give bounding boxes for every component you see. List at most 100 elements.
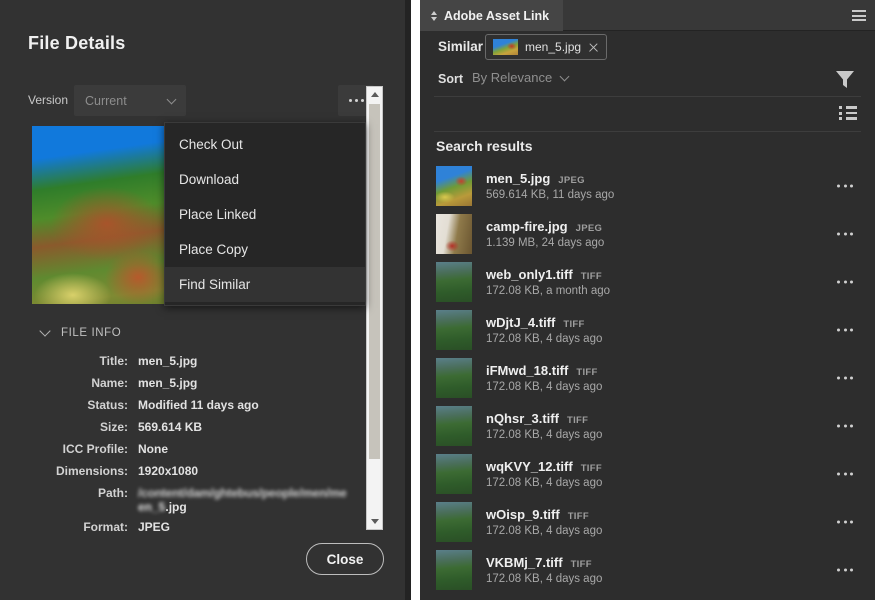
result-meta: 172.08 KB, 4 days ago [486, 333, 603, 345]
file-info-row-status: Status: Modified 11 days ago [28, 398, 358, 416]
chip-thumbnail [493, 39, 518, 55]
path-blurred-line: /content/dam/ghtebus/people/men/me [138, 486, 347, 500]
file-info-section-header[interactable]: FILE INFO [40, 327, 121, 339]
version-select-value: Current [85, 93, 127, 108]
more-options-icon[interactable] [837, 472, 853, 476]
result-meta: 1.139 MB, 24 days ago [486, 237, 605, 249]
result-text: iFMwd_18.tiff TIFF 172.08 KB, 4 days ago [486, 363, 602, 393]
path-tail-extension: .jpg [165, 500, 187, 514]
list-item[interactable]: camp-fire.jpg JPEG 1.139 MB, 24 days ago [420, 210, 875, 258]
list-item[interactable]: iFMwd_18.tiff TIFF 172.08 KB, 4 days ago [420, 354, 875, 402]
result-meta: 172.08 KB, a month ago [486, 285, 611, 297]
result-meta: 172.08 KB, 4 days ago [486, 429, 603, 441]
more-options-icon[interactable] [837, 184, 853, 188]
field-value: /content/dam/ghtebus/people/men/me en_5.… [138, 486, 347, 514]
page-title: File Details [28, 33, 126, 53]
result-meta: 172.08 KB, 4 days ago [486, 381, 603, 393]
result-format: TIFF [580, 271, 602, 282]
field-label: ICC Profile: [62, 442, 128, 456]
result-meta: 569.614 KB, 11 days ago [486, 189, 615, 201]
field-value: 1920x1080 [138, 464, 199, 478]
list-item[interactable]: VKBMj_7.tiff TIFF 172.08 KB, 4 days ago [420, 546, 875, 594]
menu-item-label: Place Copy [179, 242, 249, 257]
tab-label: Adobe Asset Link [444, 8, 550, 23]
tab-adobe-asset-link[interactable]: Adobe Asset Link [420, 0, 564, 31]
result-thumbnail [436, 358, 472, 398]
result-name: camp-fire.jpg [486, 219, 568, 234]
list-item[interactable]: web_only1.tiff TIFF 172.08 KB, a month a… [420, 258, 875, 306]
menu-item-place-copy[interactable]: Place Copy [165, 232, 365, 267]
menu-item-download[interactable]: Download [165, 162, 365, 197]
hamburger-menu-icon[interactable] [852, 10, 866, 21]
file-info-row-name: Name: men_5.jpg [28, 376, 358, 394]
field-value: men_5.jpg [138, 376, 198, 390]
field-label: Name: [91, 376, 128, 390]
scroll-up-arrow-icon[interactable] [367, 87, 382, 102]
list-item[interactable]: wqKVY_12.tiff TIFF 172.08 KB, 4 days ago [420, 450, 875, 498]
path-tail: en_5.jpg [138, 500, 347, 514]
sort-label: Sort [438, 72, 463, 86]
more-options-icon[interactable] [837, 520, 853, 524]
sort-select[interactable]: By Relevance [472, 70, 570, 85]
result-text: nQhsr_3.tiff TIFF 172.08 KB, 4 days ago [486, 411, 602, 441]
result-format: TIFF [566, 415, 589, 426]
app-root: File Details Version Current Check Out D… [0, 0, 875, 600]
more-options-icon[interactable] [837, 424, 853, 428]
chevron-down-icon [561, 73, 570, 82]
sort-row: Sort By Relevance [420, 66, 875, 94]
file-info-row-icc-profile: ICC Profile: None [28, 442, 358, 460]
field-value: 569.614 KB [138, 420, 203, 434]
result-text: men_5.jpg JPEG 569.614 KB, 11 days ago [486, 171, 614, 201]
panel-collapse-icon [430, 10, 438, 21]
result-name: iFMwd_18.tiff [486, 363, 569, 378]
file-info-section-label: FILE INFO [61, 327, 122, 339]
menu-item-label: Check Out [179, 137, 243, 152]
more-options-icon[interactable] [837, 568, 853, 572]
result-thumbnail [436, 166, 472, 206]
scrollbar-thumb[interactable] [369, 104, 380, 459]
file-info-row-dimensions: Dimensions: 1920x1080 [28, 464, 358, 482]
similar-asset-chip[interactable]: men_5.jpg [485, 34, 608, 60]
asset-preview-image[interactable] [32, 126, 168, 304]
list-item[interactable]: wDjtJ_4.tiff TIFF 172.08 KB, 4 days ago [420, 306, 875, 354]
panel-tabbar: Adobe Asset Link [420, 0, 875, 31]
panel-divider [411, 0, 420, 600]
result-format: JPEG [575, 223, 603, 234]
field-value: men_5.jpg [138, 354, 198, 368]
menu-item-check-out[interactable]: Check Out [165, 127, 365, 162]
menu-item-place-linked[interactable]: Place Linked [165, 197, 365, 232]
close-button[interactable]: Close [306, 543, 384, 575]
result-name: wDjtJ_4.tiff [486, 315, 556, 330]
vertical-scrollbar[interactable] [366, 86, 383, 530]
result-thumbnail [436, 550, 472, 590]
result-format: TIFF [570, 559, 592, 570]
result-thumbnail [436, 502, 472, 542]
scroll-down-arrow-icon[interactable] [367, 514, 382, 529]
filter-funnel-icon[interactable] [835, 69, 855, 90]
result-name: wqKVY_12.tiff [486, 459, 573, 474]
field-label: Status: [87, 398, 128, 412]
result-format: TIFF [576, 367, 598, 378]
menu-item-find-similar[interactable]: Find Similar [165, 267, 365, 302]
list-item[interactable]: men_5.jpg JPEG 569.614 KB, 11 days ago [420, 162, 875, 210]
menu-item-label: Place Linked [179, 207, 257, 222]
more-options-icon[interactable] [837, 280, 853, 284]
view-mode-row [420, 97, 875, 131]
result-name: VKBMj_7.tiff [486, 555, 563, 570]
file-info-row-size: Size: 569.614 KB [28, 420, 358, 438]
more-options-icon[interactable] [837, 328, 853, 332]
result-meta: 172.08 KB, 4 days ago [486, 525, 603, 537]
list-item[interactable]: wOisp_9.tiff TIFF 172.08 KB, 4 days ago [420, 498, 875, 546]
result-format: TIFF [563, 319, 585, 330]
version-select[interactable]: Current [74, 85, 186, 116]
result-text: wOisp_9.tiff TIFF 172.08 KB, 4 days ago [486, 507, 602, 537]
list-item[interactable]: nQhsr_3.tiff TIFF 172.08 KB, 4 days ago [420, 402, 875, 450]
field-label: Path: [98, 486, 128, 500]
list-view-icon[interactable] [839, 106, 857, 120]
more-options-icon[interactable] [837, 376, 853, 380]
similar-label: Similar [438, 39, 484, 54]
search-results-list: men_5.jpg JPEG 569.614 KB, 11 days ago c… [420, 162, 875, 600]
more-options-icon[interactable] [837, 232, 853, 236]
close-icon[interactable] [588, 42, 599, 53]
search-results-title: Search results [436, 138, 533, 154]
